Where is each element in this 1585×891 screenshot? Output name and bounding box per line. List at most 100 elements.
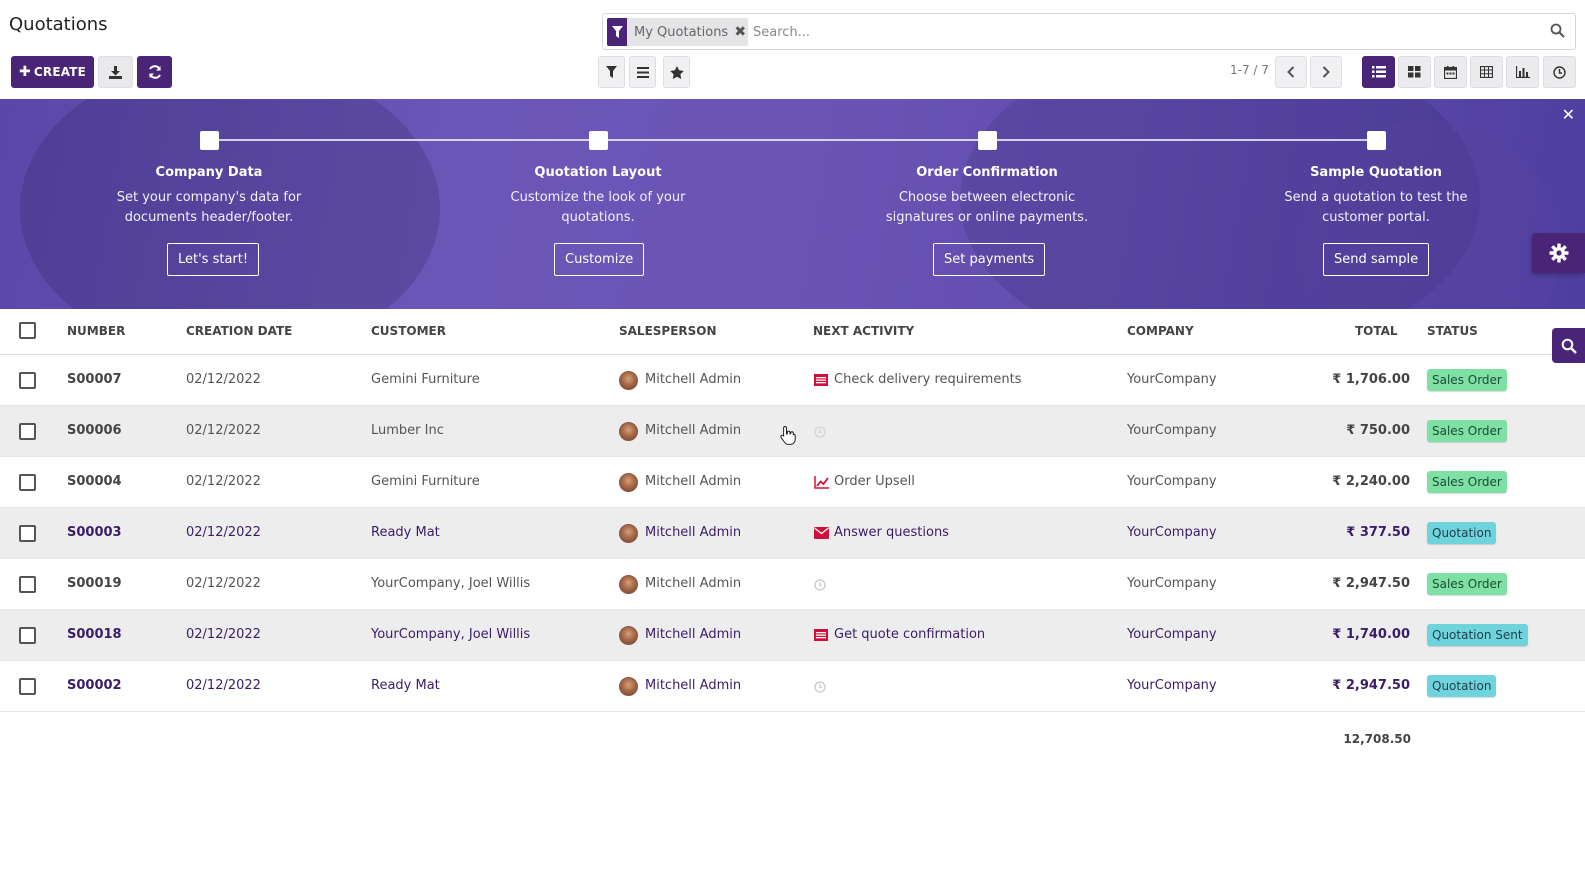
pager-next-button[interactable] — [1310, 56, 1342, 88]
set-payments-button[interactable]: Set payments — [933, 243, 1046, 276]
row-activity[interactable]: Order Upsell — [834, 474, 915, 489]
table-row[interactable]: S00003 02/12/2022 Ready Mat Mitchell Adm… — [0, 508, 1585, 559]
step-marker-company-data[interactable] — [200, 131, 219, 150]
column-total[interactable]: TOTAL — [1355, 324, 1398, 338]
refresh-button[interactable] — [137, 56, 172, 88]
row-salesperson: Mitchell Admin — [645, 576, 742, 591]
column-company[interactable]: COMPANY — [1127, 324, 1194, 338]
status-badge: Sales Order — [1427, 420, 1507, 442]
create-button[interactable]: ✚ CREATE — [11, 56, 94, 88]
step-marker-sample-quotation[interactable] — [1367, 131, 1386, 150]
kanban-view-button[interactable] — [1398, 56, 1431, 88]
search-icon[interactable] — [1550, 23, 1565, 38]
lets-start-button[interactable]: Let's start! — [167, 243, 260, 276]
download-button[interactable] — [98, 56, 133, 88]
avatar[interactable] — [619, 473, 638, 492]
step-quotation-layout: Quotation Layout Customize the look of y… — [468, 165, 728, 228]
row-checkbox[interactable] — [19, 678, 36, 695]
row-checkbox[interactable] — [19, 576, 36, 593]
step-marker-order-confirmation[interactable] — [978, 131, 997, 150]
step-marker-quotation-layout[interactable] — [589, 131, 608, 150]
search-panel-icon[interactable] — [1552, 328, 1585, 363]
pager-previous-button[interactable] — [1275, 56, 1307, 88]
column-creation-date[interactable]: CREATION DATE — [186, 324, 292, 338]
graph-view-button[interactable] — [1506, 56, 1539, 88]
table-row[interactable]: S00002 02/12/2022 Ready Mat Mitchell Adm… — [0, 661, 1585, 712]
step-sample-quotation: Sample Quotation Send a quotation to tes… — [1246, 165, 1506, 228]
close-icon[interactable]: ✕ — [1562, 105, 1575, 124]
facet-remove-icon[interactable]: ✖ — [732, 18, 748, 46]
status-badge: Quotation — [1427, 522, 1497, 544]
row-checkbox[interactable] — [19, 474, 36, 491]
pivot-view-button[interactable] — [1470, 56, 1503, 88]
avatar[interactable] — [619, 575, 638, 594]
step-title: Quotation Layout — [534, 165, 662, 180]
avatar[interactable] — [619, 524, 638, 543]
step-company-data: Company Data Set your company's data for… — [79, 165, 339, 228]
row-company: YourCompany — [1127, 627, 1217, 642]
list-icon — [1371, 66, 1386, 78]
row-date: 02/12/2022 — [186, 627, 261, 642]
row-activity[interactable]: Answer questions — [834, 525, 949, 540]
step-description: Send a quotation to test the — [1284, 190, 1468, 205]
clock-icon[interactable] — [814, 426, 826, 438]
pager-value[interactable]: 1-7 / 7 — [1230, 63, 1269, 77]
activity-view-button[interactable] — [1543, 56, 1576, 88]
row-total: ₹ 1,740.00 — [1332, 627, 1410, 642]
clock-icon[interactable] — [814, 681, 826, 693]
avatar[interactable] — [619, 422, 638, 441]
step-order-confirmation: Order Confirmation Choose between electr… — [857, 165, 1117, 228]
row-number: S00003 — [67, 525, 122, 540]
clock-icon[interactable] — [814, 579, 826, 591]
select-all-checkbox[interactable] — [19, 322, 36, 339]
calendar-list-icon[interactable] — [814, 629, 828, 641]
envelope-icon[interactable] — [814, 527, 829, 539]
onboarding-banner: Company Data Set your company's data for… — [0, 99, 1585, 309]
column-status[interactable]: STATUS — [1427, 324, 1478, 338]
row-checkbox[interactable] — [19, 372, 36, 389]
row-total: ₹ 2,947.50 — [1332, 678, 1410, 693]
row-checkbox[interactable] — [19, 627, 36, 644]
row-customer: YourCompany, Joel Willis — [371, 627, 531, 642]
list-view-button[interactable] — [1362, 56, 1395, 88]
customize-button[interactable]: Customize — [554, 243, 645, 276]
avatar[interactable] — [619, 371, 638, 390]
row-number: S00018 — [67, 627, 122, 642]
avatar[interactable] — [619, 677, 638, 696]
column-next-activity[interactable]: NEXT ACTIVITY — [813, 324, 914, 338]
table-row[interactable]: S00018 02/12/2022 YourCompany, Joel Will… — [0, 610, 1585, 661]
table-row[interactable]: S00019 02/12/2022 YourCompany, Joel Will… — [0, 559, 1585, 610]
facet-label: My Quotations — [634, 24, 729, 40]
column-customer[interactable]: CUSTOMER — [371, 324, 446, 338]
table-row[interactable]: S00004 02/12/2022 Gemini Furniture Mitch… — [0, 457, 1585, 508]
avatar[interactable] — [619, 626, 638, 645]
step-description: Customize the look of your — [510, 190, 686, 205]
search-input[interactable] — [753, 18, 1533, 46]
chart-line-icon[interactable] — [814, 476, 829, 489]
step-description: Set your company's data for — [116, 190, 302, 205]
favorites-button[interactable] — [663, 56, 690, 88]
row-number: S00002 — [67, 678, 122, 693]
calendar-list-icon[interactable] — [814, 374, 828, 386]
row-checkbox[interactable] — [19, 423, 36, 440]
kanban-icon — [1408, 66, 1421, 78]
status-badge: Sales Order — [1427, 369, 1507, 391]
filters-button[interactable] — [598, 56, 625, 88]
row-checkbox[interactable] — [19, 525, 36, 542]
row-salesperson: Mitchell Admin — [645, 525, 742, 540]
column-number[interactable]: NUMBER — [67, 324, 125, 338]
status-badge: Quotation — [1427, 675, 1497, 697]
column-salesperson[interactable]: SALESPERSON — [619, 324, 717, 338]
row-activity[interactable]: Check delivery requirements — [834, 372, 1021, 387]
group-by-button[interactable] — [629, 56, 656, 88]
row-salesperson: Mitchell Admin — [645, 372, 742, 387]
row-total: ₹ 750.00 — [1346, 423, 1410, 438]
calendar-view-button[interactable] — [1434, 56, 1467, 88]
gear-icon[interactable] — [1532, 233, 1585, 273]
row-activity[interactable]: Get quote confirmation — [834, 627, 985, 642]
row-customer: Ready Mat — [371, 678, 440, 693]
chevron-right-icon — [1322, 66, 1330, 78]
row-date: 02/12/2022 — [186, 525, 261, 540]
table-row[interactable]: S00007 02/12/2022 Gemini Furniture Mitch… — [0, 355, 1585, 406]
send-sample-button[interactable]: Send sample — [1323, 243, 1430, 276]
